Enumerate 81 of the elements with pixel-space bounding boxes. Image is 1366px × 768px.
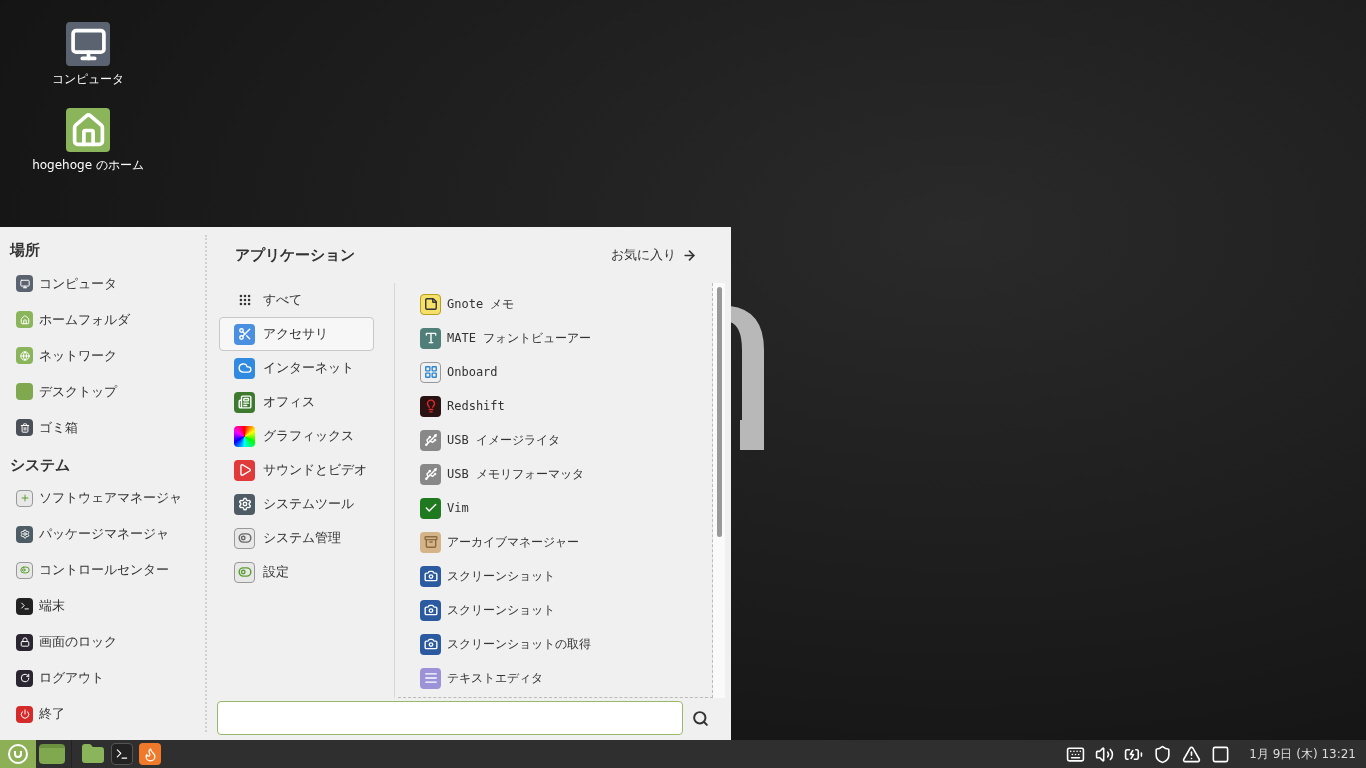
trash-icon bbox=[16, 419, 33, 436]
app-item[interactable]: USB メモリフォーマッタ bbox=[420, 457, 584, 491]
category-item[interactable]: 設定 bbox=[219, 555, 374, 589]
cloud-icon bbox=[234, 357, 255, 379]
keyboard-grid-icon bbox=[420, 361, 441, 383]
check-logo-icon bbox=[420, 497, 441, 519]
menu-item[interactable]: ネットワーク bbox=[0, 337, 205, 374]
favorites-link[interactable]: お気に入り bbox=[611, 245, 697, 265]
category-item[interactable]: グラフィックス bbox=[219, 419, 374, 453]
app-item[interactable]: Gnote メモ bbox=[420, 287, 515, 321]
scissors-icon bbox=[234, 323, 255, 345]
note-icon bbox=[420, 293, 441, 315]
search-field[interactable] bbox=[217, 701, 683, 735]
app-item[interactable]: スクリーンショット bbox=[420, 593, 555, 627]
menu-item[interactable]: ホームフォルダ bbox=[0, 301, 205, 338]
globe-folder-icon bbox=[16, 347, 33, 364]
power-icon bbox=[16, 705, 33, 723]
category-item[interactable]: システムツール bbox=[219, 487, 374, 521]
app-item[interactable]: USB イメージライタ bbox=[420, 423, 560, 457]
clock[interactable]: 1月 9日 (木) 13:21 bbox=[1249, 745, 1356, 763]
usb-icon bbox=[420, 463, 441, 485]
app-item[interactable]: アーカイブマネージャー bbox=[420, 525, 579, 559]
menu-item[interactable]: 端末 bbox=[0, 588, 205, 624]
font-icon bbox=[420, 327, 441, 349]
category-item[interactable]: インターネット bbox=[219, 351, 374, 385]
app-item[interactable]: MATE フォントビューアー bbox=[420, 321, 592, 355]
archive-box-icon bbox=[420, 531, 441, 553]
category-item[interactable]: オフィス bbox=[219, 385, 374, 419]
app-item[interactable]: スクリーンショットの取得 bbox=[420, 627, 591, 661]
scrollbar-thumb[interactable] bbox=[716, 287, 722, 537]
flame-icon[interactable] bbox=[136, 740, 164, 768]
toggle-icon bbox=[234, 561, 255, 583]
section-title: 場所 bbox=[8, 240, 41, 261]
app-item[interactable]: Vim bbox=[420, 491, 469, 525]
terminal-icon[interactable] bbox=[108, 740, 136, 768]
software-icon bbox=[16, 489, 33, 507]
menu-item[interactable]: 終了 bbox=[0, 696, 205, 732]
desktop-icon-label[interactable]: コンピュータ bbox=[52, 70, 124, 88]
usb-icon bbox=[420, 429, 441, 451]
section-title: システム bbox=[9, 454, 71, 476]
category-item[interactable]: アクセサリ bbox=[219, 317, 374, 351]
gear-icon bbox=[16, 525, 33, 543]
menu-item[interactable]: ログアウト bbox=[0, 660, 205, 696]
terminal-icon bbox=[16, 597, 33, 615]
color-wheel-icon bbox=[234, 425, 255, 447]
arrow-right-icon bbox=[682, 247, 697, 263]
app-item[interactable]: Redshift bbox=[420, 389, 505, 423]
monitor-icon bbox=[66, 22, 110, 66]
camera-icon bbox=[420, 565, 441, 587]
menu-item[interactable]: コントロールセンター bbox=[0, 552, 205, 588]
desktop-icon bbox=[16, 383, 33, 400]
category-item[interactable]: システム管理 bbox=[219, 521, 374, 555]
gear-icon bbox=[234, 493, 255, 515]
applications-title: アプリケーション bbox=[235, 244, 355, 266]
menu-item[interactable]: デスクトップ bbox=[0, 373, 205, 410]
monitor-icon bbox=[16, 275, 33, 292]
category-item[interactable]: サウンドとビデオ bbox=[219, 453, 374, 487]
menu-item[interactable]: コンピュータ bbox=[0, 265, 205, 302]
toggle-icon bbox=[234, 527, 255, 549]
play-icon bbox=[234, 459, 255, 481]
toggle-icon bbox=[16, 561, 33, 579]
home-folder-icon bbox=[66, 108, 110, 152]
category-item[interactable]: すべて bbox=[219, 283, 374, 317]
text-lines-icon bbox=[420, 667, 441, 689]
home-folder-icon bbox=[16, 311, 33, 328]
app-item[interactable]: スクリーンショット bbox=[420, 559, 555, 593]
desktop-icon-label[interactable]: hogehoge のホーム bbox=[32, 156, 144, 174]
menu-item[interactable]: 画面のロック bbox=[0, 624, 205, 660]
camera-icon bbox=[420, 633, 441, 655]
desktop-icon[interactable] bbox=[36, 740, 72, 768]
lightbulb-icon bbox=[420, 395, 441, 417]
menu-item[interactable]: パッケージマネージャ bbox=[0, 516, 205, 552]
search-icon bbox=[691, 709, 709, 727]
camera-icon bbox=[420, 599, 441, 621]
office-icon bbox=[234, 391, 255, 413]
lock-icon bbox=[16, 633, 33, 651]
app-item[interactable]: テキストエディタ bbox=[420, 661, 543, 695]
menu-item[interactable]: ゴミ箱 bbox=[0, 409, 205, 446]
menu-item[interactable]: ソフトウェアマネージャ bbox=[0, 480, 205, 516]
app-item[interactable]: Onboard bbox=[420, 355, 498, 389]
logout-icon bbox=[16, 669, 33, 687]
